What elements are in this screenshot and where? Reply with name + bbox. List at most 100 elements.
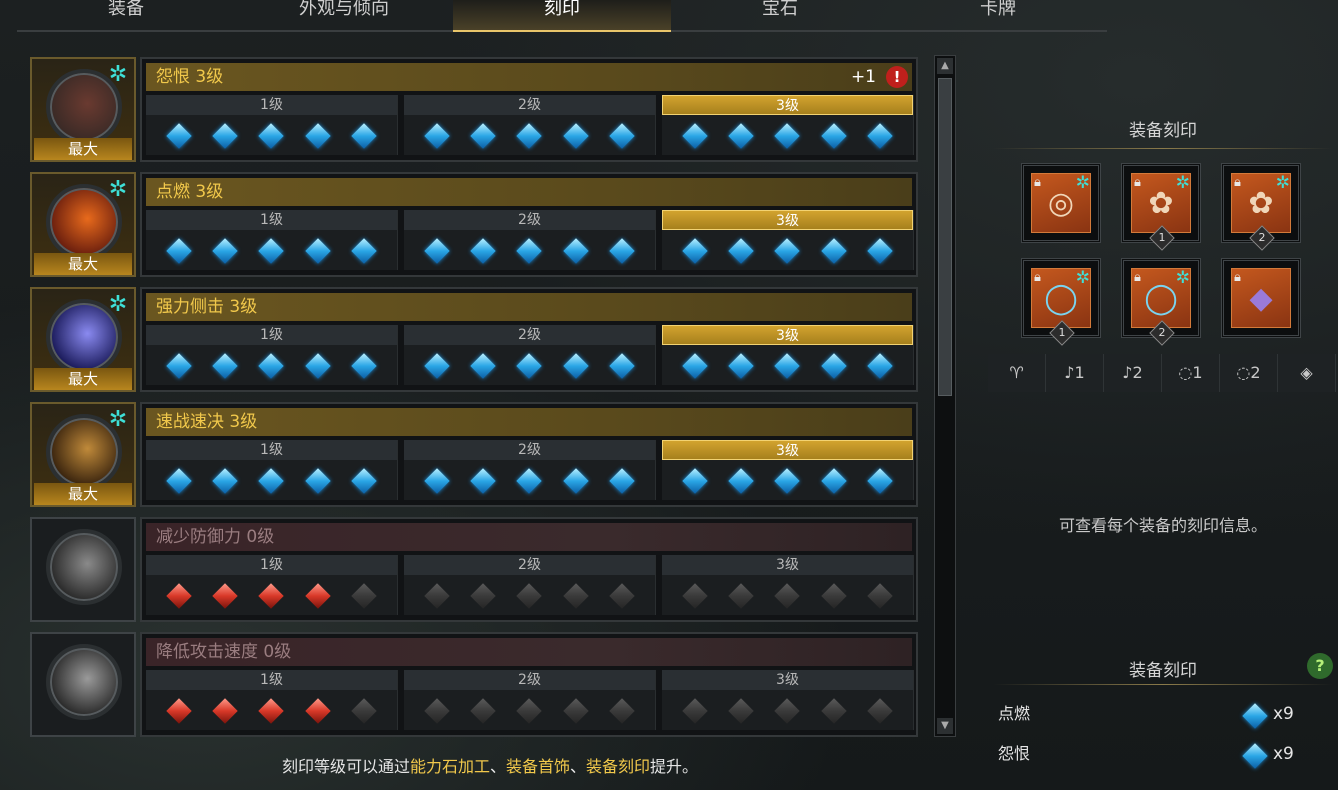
equipment-engraving-title: 装备刻印: [1129, 121, 1197, 141]
level-2-segment: 2级: [404, 440, 656, 500]
summary-title: 装备刻印: [1129, 661, 1197, 681]
max-star-icon: ✲: [108, 292, 128, 317]
scroll-thumb[interactable]: [938, 78, 952, 396]
engraving-point-gem-icon: [258, 468, 285, 494]
engraving-point-gem-icon: [820, 353, 847, 379]
engraving-point-gem-icon: [516, 123, 543, 149]
max-label: 最大: [34, 253, 132, 275]
engraving-point-gem-icon: [258, 353, 285, 379]
filter-necklace-button[interactable]: ♈︎: [988, 354, 1046, 392]
engraving-emblem-icon: [46, 529, 122, 605]
summary-engraving-name: 点燃: [998, 704, 1031, 723]
engraving-point-gem-icon: [682, 698, 708, 724]
slot-index-label: 2: [1258, 231, 1266, 244]
engraving-point-gem-icon: [424, 123, 450, 149]
max-star-icon: ✲: [108, 177, 128, 202]
engraving-point-gem-icon: [609, 468, 635, 494]
tab-engraving[interactable]: 刻印: [453, 0, 671, 32]
alert-icon[interactable]: !: [886, 66, 908, 88]
slot-necklace[interactable]: ◎ 🔒︎ ✲: [1021, 163, 1101, 243]
engraving-point-gem-icon: [609, 583, 635, 609]
level-label: 2级: [404, 555, 655, 575]
level-2-segment: 2级: [404, 670, 656, 730]
level-track: 1级 2级 3级: [146, 95, 916, 155]
engraving-title: 强力侧击 3级: [146, 293, 912, 321]
level-label: 3级: [662, 210, 913, 230]
engraving-point-gem-icon: [166, 698, 192, 724]
engraving-point-gem-icon: [166, 353, 192, 379]
level-1-segment: 1级: [146, 555, 398, 615]
tab-gems[interactable]: 宝石: [671, 0, 889, 32]
engraving-row[interactable]: ✲ 最大 点燃 3级 1级 2级 3级: [30, 172, 920, 279]
slot-ring-1[interactable]: ◯ 🔒︎ ✲ 1: [1021, 258, 1101, 346]
engraving-point-gem-icon: [867, 468, 893, 494]
engraving-info-text: 可查看每个装备的刻印信息。: [1058, 516, 1267, 535]
engraving-point-gem-icon: [470, 123, 497, 149]
max-label: 最大: [34, 368, 132, 390]
level-label: 1级: [146, 670, 397, 690]
level-track: 1级 2级 3级: [146, 210, 916, 270]
engraving-point-gem-icon: [682, 583, 708, 609]
summary-count: x9: [1273, 744, 1294, 764]
engraving-icon-frame: ✲ 最大: [30, 402, 136, 507]
slot-earring-1[interactable]: ✿ 🔒︎ ✲ 1: [1121, 163, 1201, 251]
level-label: 3级: [662, 440, 913, 460]
filter-stone-button[interactable]: ◈: [1278, 354, 1336, 392]
engraving-point-gem-icon: [212, 238, 239, 264]
engraving-row[interactable]: ✲ 最大 速战速决 3级 1级 2级 3级: [30, 402, 920, 509]
level-3-segment: 3级: [662, 555, 914, 615]
necklace-icon: ♈︎: [1009, 363, 1024, 382]
tab-appearance[interactable]: 外观与倾向: [235, 0, 453, 32]
engraving-point-gem-icon: [728, 123, 755, 149]
level-2-segment: 2级: [404, 95, 656, 155]
gem-icon: [1242, 743, 1268, 769]
scroll-down-button[interactable]: ▼: [937, 718, 953, 734]
scroll-up-button[interactable]: ▲: [937, 58, 953, 74]
engraving-title: 减少防御力 0级: [146, 523, 912, 551]
engraving-point-gem-icon: [212, 123, 239, 149]
list-scrollbar[interactable]: ▲ ▼: [934, 55, 956, 737]
level-track: 1级 2级 3级: [146, 555, 916, 615]
tab-equipment[interactable]: 装备: [17, 0, 235, 32]
engraving-title: 点燃 3级: [146, 178, 912, 206]
engraving-point-gem-icon: [424, 353, 450, 379]
engraving-star-icon: ✲: [1075, 268, 1090, 288]
slot-ring-2[interactable]: ◯ 🔒︎ ✲ 2: [1121, 258, 1201, 346]
slot-stone[interactable]: ◆ 🔒︎: [1221, 258, 1301, 338]
engraving-point-gem-icon: [682, 238, 708, 264]
engraving-row[interactable]: 降低攻击速度 0级 1级 2级 3级: [30, 632, 920, 737]
help-icon[interactable]: ?: [1307, 653, 1333, 679]
engraving-panel: 强力侧击 3级 1级 2级 3级: [140, 287, 918, 392]
engraving-point-gem-icon: [774, 353, 801, 379]
filter-ring-2-button[interactable]: ◌2: [1220, 354, 1278, 392]
engraving-point-gem-icon: [516, 583, 543, 609]
filter-earring-2-button[interactable]: ♪2: [1104, 354, 1162, 392]
engraving-row[interactable]: ✲ 最大 怨恨 3级 +1! 1级 2级 3级: [30, 57, 920, 164]
footer-prefix: 刻印等级可以通过: [281, 757, 410, 776]
engraving-point-gem-icon: [728, 583, 755, 609]
engraving-point-gem-icon: [304, 123, 331, 149]
lock-icon: 🔒︎: [1234, 175, 1241, 190]
level-track: 1级 2级 3级: [146, 440, 916, 500]
level-1-segment: 1级: [146, 210, 398, 270]
engraving-point-gem-icon: [351, 698, 377, 724]
engraving-row[interactable]: ✲ 最大 强力侧击 3级 1级 2级 3级: [30, 287, 920, 394]
summary-count: x9: [1273, 704, 1294, 724]
filter-ring-1-button[interactable]: ◌1: [1162, 354, 1220, 392]
tab-bar: 装备 外观与倾向 刻印 宝石 卡牌: [17, 0, 1107, 32]
level-3-segment: 3级: [662, 95, 914, 155]
lock-icon: 🔒︎: [1034, 175, 1041, 190]
filter-earring-1-button[interactable]: ♪1: [1046, 354, 1104, 392]
engraving-icon-frame: ✲ 最大: [30, 172, 136, 277]
summary-engraving-name: 怨恨: [998, 744, 1031, 763]
tab-cards[interactable]: 卡牌: [889, 0, 1107, 32]
slot-earring-2[interactable]: ✿ 🔒︎ ✲ 2: [1221, 163, 1301, 251]
engraving-star-icon: ✲: [1175, 173, 1190, 193]
engraving-row[interactable]: 减少防御力 0级 1级 2级 3级: [30, 517, 920, 624]
engraving-title: 降低攻击速度 0级: [146, 638, 912, 666]
engraving-point-gem-icon: [774, 468, 801, 494]
level-2-segment: 2级: [404, 325, 656, 385]
engraving-icon-frame: [30, 632, 136, 737]
engraving-point-gem-icon: [470, 468, 497, 494]
engraving-point-gem-icon: [470, 238, 497, 264]
